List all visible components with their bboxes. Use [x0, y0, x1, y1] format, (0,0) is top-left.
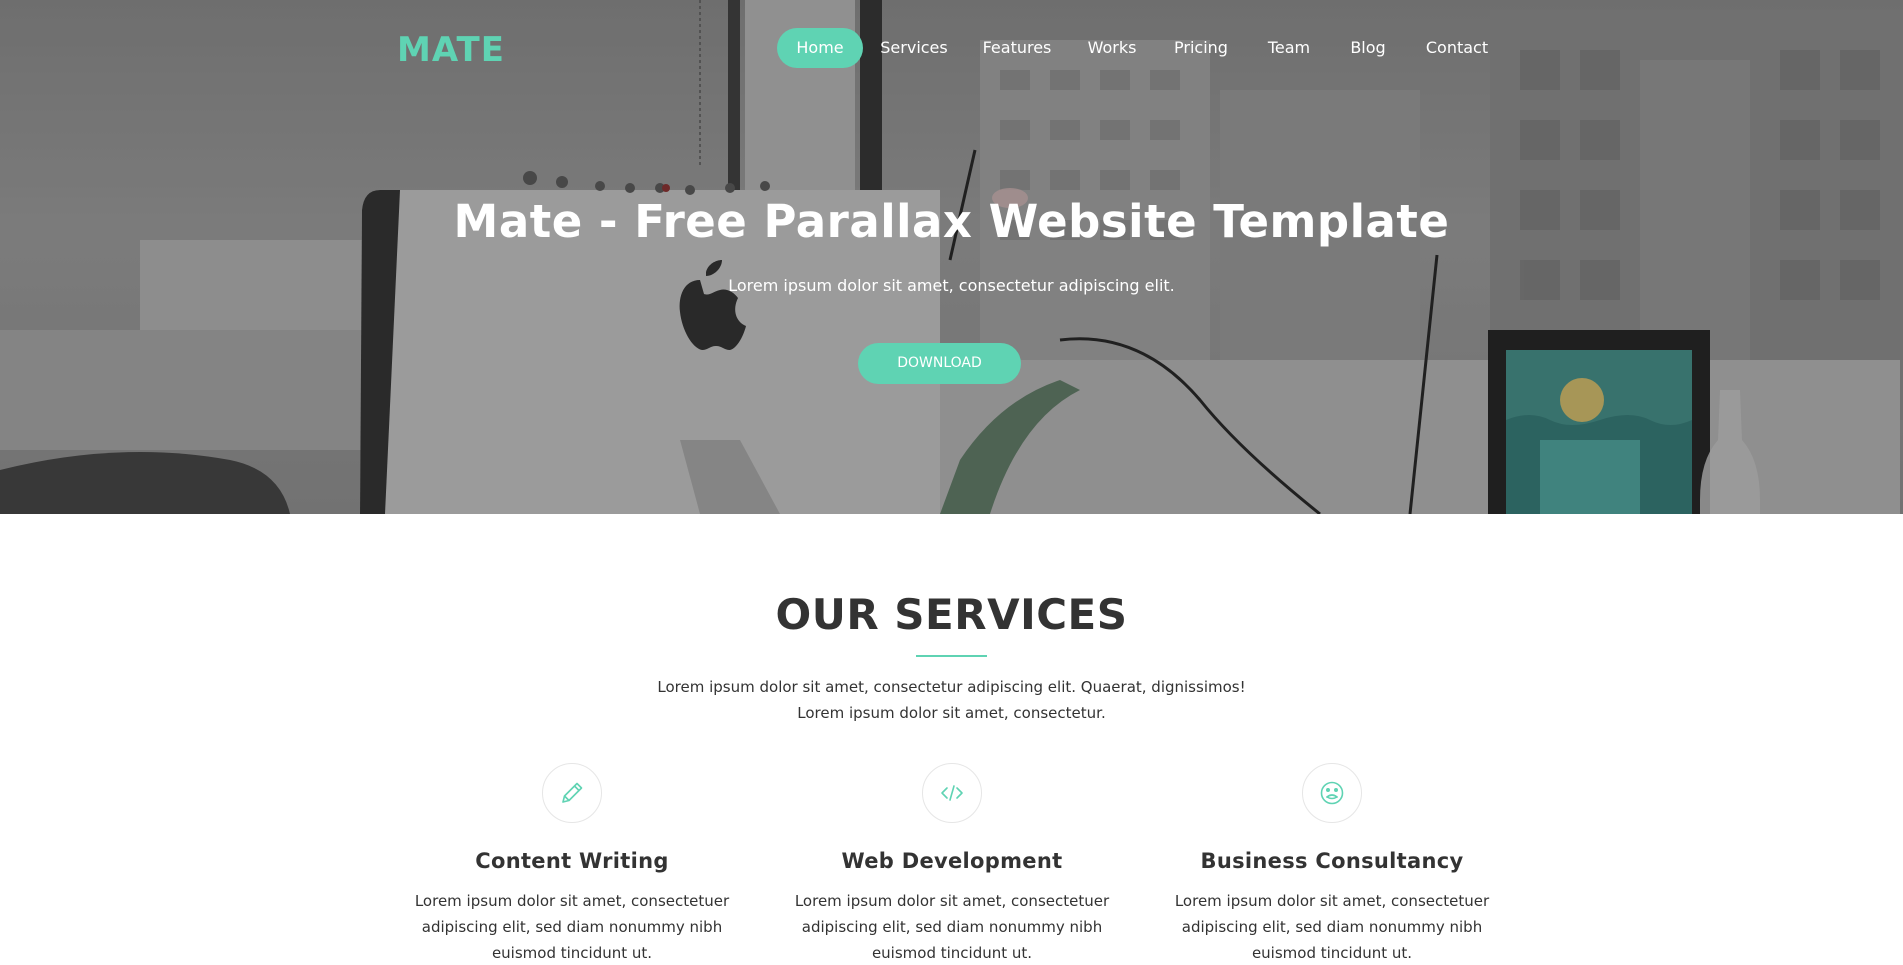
nav-item-contact[interactable]: Contact — [1420, 28, 1494, 68]
nav-item-home[interactable]: Home — [777, 28, 863, 68]
code-icon — [922, 763, 982, 823]
service-text-line: Lorem ipsum dolor sit amet, consectetuer — [794, 892, 1110, 910]
services-description: Lorem ipsum dolor sit amet, consectetur … — [0, 674, 1903, 726]
service-title: Content Writing — [475, 849, 669, 873]
nav-item-features[interactable]: Features — [980, 28, 1054, 68]
main-navigation: Home Services Features Works Pricing Tea… — [0, 28, 1903, 68]
nav-item-pricing[interactable]: Pricing — [1170, 28, 1232, 68]
service-text-line: euismod tincidunt ut. — [871, 944, 1033, 962]
nav-item-works[interactable]: Works — [1083, 28, 1141, 68]
hero-overlay — [0, 0, 1903, 514]
service-title: Web Development — [841, 849, 1063, 873]
service-text-line: Lorem ipsum dolor sit amet, consectetuer — [1174, 892, 1490, 910]
service-text-line: euismod tincidunt ut. — [1251, 944, 1413, 962]
hero-title: Mate - Free Parallax Website Template — [453, 195, 1450, 248]
service-text-line: Lorem ipsum dolor sit amet, consectetuer — [414, 892, 730, 910]
service-text-line: adipiscing elit, sed diam nonummy nibh — [1181, 918, 1483, 936]
hero-section: MATE Home Services Features Works Pricin… — [0, 0, 1903, 514]
title-divider — [916, 655, 987, 657]
pencil-icon — [542, 763, 602, 823]
nav-item-services[interactable]: Services — [876, 28, 952, 68]
service-text-line: adipiscing elit, sed diam nonummy nibh — [421, 918, 723, 936]
service-text-line: adipiscing elit, sed diam nonummy nibh — [801, 918, 1103, 936]
services-title: OUR SERVICES — [775, 590, 1128, 639]
service-text: Lorem ipsum dolor sit amet, consectetuer… — [1172, 888, 1492, 965]
service-text: Lorem ipsum dolor sit amet, consectetuer… — [792, 888, 1112, 965]
services-description-line: Lorem ipsum dolor sit amet, consectetur … — [657, 678, 1246, 696]
service-text-line: euismod tincidunt ut. — [491, 944, 653, 962]
nav-item-blog[interactable]: Blog — [1346, 28, 1390, 68]
download-button[interactable]: DOWNLOAD — [858, 343, 1021, 384]
service-title: Business Consultancy — [1200, 849, 1464, 873]
nav-item-team[interactable]: Team — [1262, 28, 1316, 68]
smiley-face-icon — [1302, 763, 1362, 823]
services-description-line: Lorem ipsum dolor sit amet, consectetur. — [797, 704, 1106, 722]
hero-subtitle: Lorem ipsum dolor sit amet, consectetur … — [728, 276, 1175, 295]
service-text: Lorem ipsum dolor sit amet, consectetuer… — [412, 888, 732, 965]
